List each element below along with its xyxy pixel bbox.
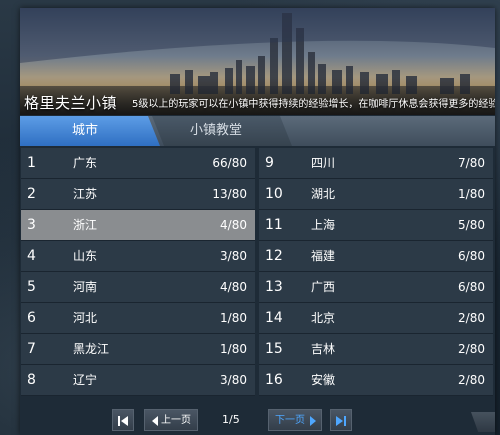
score-value: 6/80 — [458, 249, 485, 263]
ranking-row[interactable]: 2 江苏 13/80 — [21, 179, 255, 210]
last-page-icon — [336, 416, 346, 426]
province-name: 浙江 — [73, 218, 98, 232]
province-name: 山东 — [73, 249, 98, 263]
ranking-row[interactable]: 9 四川 7/80 — [259, 148, 493, 179]
province-name: 广西 — [311, 280, 336, 294]
town-banner: 格里夫兰小镇 5级以上的玩家可以在小镇中获得持续的经验增长，在咖啡厅休息会获得更… — [20, 8, 495, 115]
first-page-button[interactable] — [112, 409, 134, 431]
first-page-icon — [118, 416, 128, 426]
province-name: 四川 — [311, 156, 336, 170]
score-value: 2/80 — [458, 311, 485, 325]
ranking-row[interactable]: 15 吉林 2/80 — [259, 334, 493, 365]
corner-decoration — [471, 412, 495, 432]
town-title: 格里夫兰小镇 — [24, 94, 118, 112]
rank-number: 11 — [265, 217, 283, 233]
prev-page-button[interactable]: 上一页 — [144, 409, 198, 431]
tab-town-church[interactable]: 小镇教堂 — [152, 116, 292, 146]
page-indicator: 1/5 — [222, 413, 240, 426]
province-name: 河南 — [73, 280, 98, 294]
score-value: 2/80 — [458, 342, 485, 356]
town-description: 5级以上的玩家可以在小镇中获得持续的经验增长，在咖啡厅休息会获得更多的经验 — [132, 99, 495, 110]
score-value: 1/80 — [220, 342, 247, 356]
rank-number: 9 — [265, 155, 274, 171]
ranking-row[interactable]: 1 广东 66/80 — [21, 148, 255, 179]
province-name: 吉林 — [311, 342, 336, 356]
rank-number: 4 — [27, 248, 36, 264]
score-value: 4/80 — [220, 218, 247, 232]
province-name: 江苏 — [73, 187, 98, 201]
last-page-button[interactable] — [330, 409, 352, 431]
score-value: 5/80 — [458, 218, 485, 232]
score-value: 66/80 — [212, 156, 247, 170]
rank-number: 1 — [27, 155, 36, 171]
ranking-row[interactable]: 5 河南 4/80 — [21, 272, 255, 303]
pagination-bar: 上一页 1/5 下一页 — [20, 406, 495, 435]
tab-city[interactable]: 城市 — [20, 116, 160, 146]
ranking-row[interactable]: 8 辽宁 3/80 — [21, 365, 255, 396]
ranking-list-left: 1 广东 66/80 2 江苏 13/80 3 浙江 4/80 4 山东 3/8… — [21, 148, 255, 396]
rank-number: 3 — [27, 217, 36, 233]
score-value: 2/80 — [458, 373, 485, 387]
ranking-row[interactable]: 4 山东 3/80 — [21, 241, 255, 272]
province-name: 福建 — [311, 249, 336, 263]
prev-page-label: 上一页 — [161, 415, 191, 426]
score-value: 3/80 — [220, 249, 247, 263]
province-name: 湖北 — [311, 187, 336, 201]
rank-number: 10 — [265, 186, 283, 202]
score-value: 6/80 — [458, 280, 485, 294]
province-name: 北京 — [311, 311, 336, 325]
ranking-row[interactable]: 14 北京 2/80 — [259, 303, 493, 334]
rank-number: 7 — [27, 341, 36, 357]
ranking-row[interactable]: 7 黑龙江 1/80 — [21, 334, 255, 365]
town-panel: 格里夫兰小镇 5级以上的玩家可以在小镇中获得持续的经验增长，在咖啡厅休息会获得更… — [20, 8, 495, 435]
ranking-row[interactable]: 16 安徽 2/80 — [259, 365, 493, 396]
ranking-row[interactable]: 10 湖北 1/80 — [259, 179, 493, 210]
next-page-button[interactable]: 下一页 — [268, 409, 322, 431]
rank-number: 8 — [27, 372, 36, 388]
score-value: 1/80 — [220, 311, 247, 325]
rank-number: 2 — [27, 186, 36, 202]
rank-number: 13 — [265, 279, 283, 295]
rank-number: 5 — [27, 279, 36, 295]
next-arrow-icon — [310, 416, 316, 426]
rank-number: 6 — [27, 310, 36, 326]
province-name: 河北 — [73, 311, 98, 325]
province-name: 上海 — [311, 218, 336, 232]
province-name: 黑龙江 — [73, 342, 110, 356]
rank-number: 14 — [265, 310, 283, 326]
rank-number: 12 — [265, 248, 283, 264]
rank-number: 16 — [265, 372, 283, 388]
ranking-list-right: 9 四川 7/80 10 湖北 1/80 11 上海 5/80 12 福建 6/… — [259, 148, 493, 396]
score-value: 7/80 — [458, 156, 485, 170]
ranking-row-selected[interactable]: 3 浙江 4/80 — [21, 210, 255, 241]
province-name: 安徽 — [311, 373, 336, 387]
ranking-row[interactable]: 6 河北 1/80 — [21, 303, 255, 334]
ranking-row[interactable]: 12 福建 6/80 — [259, 241, 493, 272]
score-value: 4/80 — [220, 280, 247, 294]
province-name: 辽宁 — [73, 373, 98, 387]
ranking-row[interactable]: 11 上海 5/80 — [259, 210, 493, 241]
prev-arrow-icon — [152, 416, 158, 426]
score-value: 3/80 — [220, 373, 247, 387]
next-page-label: 下一页 — [275, 415, 305, 426]
ranking-row[interactable]: 13 广西 6/80 — [259, 272, 493, 303]
tab-bar: 小镇教堂 城市 — [20, 116, 495, 146]
province-name: 广东 — [73, 156, 98, 170]
rank-number: 15 — [265, 341, 283, 357]
score-value: 13/80 — [212, 187, 247, 201]
score-value: 1/80 — [458, 187, 485, 201]
